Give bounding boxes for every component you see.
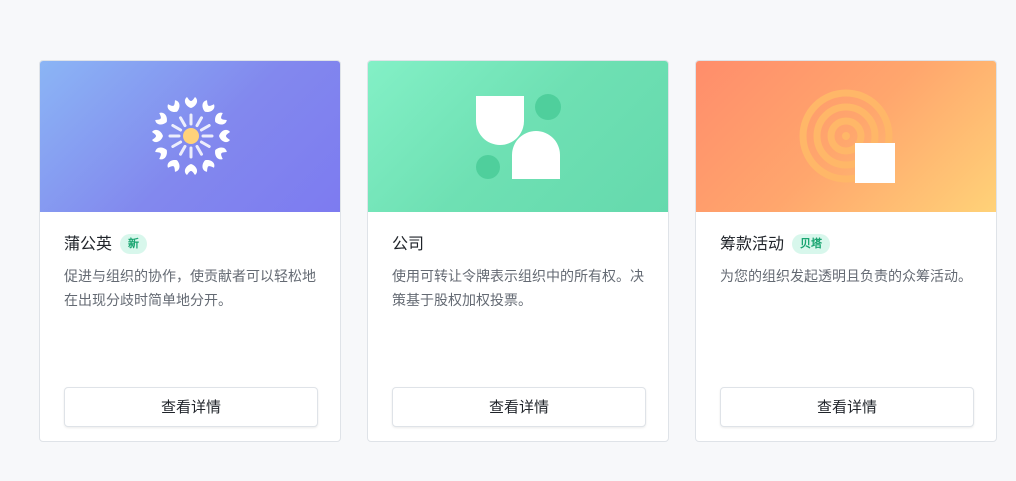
template-card-dandelion: 蒲公英 新 促进与组织的协作，使贡献者可以轻松地在出现分歧时简单地分开。 查看详… xyxy=(39,60,341,442)
card-banner xyxy=(40,61,340,212)
card-description: 为您的组织发起透明且负责的众筹活动。 xyxy=(720,269,972,285)
card-banner xyxy=(696,61,996,212)
leaf-shape-top xyxy=(476,96,524,145)
card-banner xyxy=(368,61,668,212)
dot-top-right xyxy=(535,94,561,120)
template-card-company: 公司 使用可转让令牌表示组织中的所有权。决策基于股权加权投票。 查看详情 xyxy=(367,60,669,442)
view-details-button[interactable]: 查看详情 xyxy=(392,387,646,427)
status-badge: 新 xyxy=(120,234,148,254)
card-title: 公司 xyxy=(392,234,425,253)
view-details-button[interactable]: 查看详情 xyxy=(64,387,318,427)
dot-bottom-left xyxy=(476,155,500,179)
card-description: 使用可转让令牌表示组织中的所有权。决策基于股权加权投票。 xyxy=(392,269,644,309)
card-description: 促进与组织的协作，使贡献者可以轻松地在出现分歧时简单地分开。 xyxy=(64,269,316,309)
white-square xyxy=(855,143,895,183)
card-title-row: 公司 xyxy=(392,232,424,256)
fundraising-target-icon xyxy=(799,89,895,183)
card-title: 蒲公英 xyxy=(64,234,113,253)
status-badge: 贝塔 xyxy=(792,234,831,254)
card-title-row: 蒲公英 新 xyxy=(64,232,148,256)
view-details-button[interactable]: 查看详情 xyxy=(720,387,974,427)
company-shapes-icon xyxy=(476,94,561,179)
dandelion-icon xyxy=(152,97,230,175)
card-title-row: 筹款活动 贝塔 xyxy=(720,232,831,256)
template-cards: 蒲公英 新 促进与组织的协作，使贡献者可以轻松地在出现分歧时简单地分开。 查看详… xyxy=(0,0,1016,481)
leaf-shape-bottom xyxy=(512,131,560,179)
card-title: 筹款活动 xyxy=(720,234,785,253)
template-card-fundraising: 筹款活动 贝塔 为您的组织发起透明且负责的众筹活动。 查看详情 xyxy=(695,60,997,442)
